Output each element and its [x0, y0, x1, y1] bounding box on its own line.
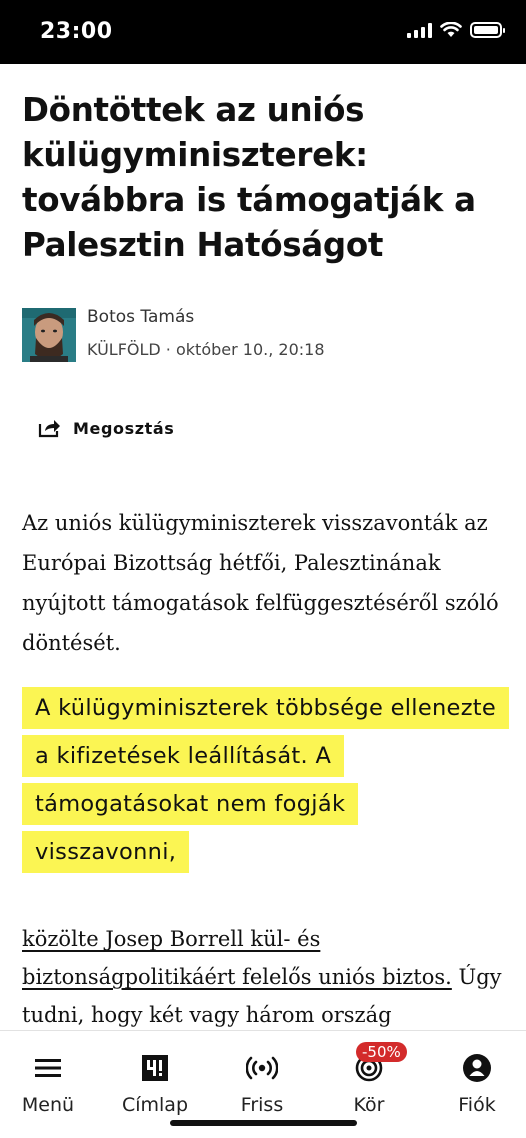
- article-title: Döntöttek az uniós külügyminiszterek: to…: [22, 91, 476, 264]
- nav-label-circle: Kör: [353, 1094, 385, 1116]
- 444-logo-icon: [142, 1055, 168, 1081]
- discount-badge: -50%: [356, 1042, 407, 1062]
- meta-separator: ·: [160, 340, 176, 359]
- broadcast-icon: [246, 1056, 278, 1080]
- account-icon: [463, 1054, 491, 1082]
- nav-label-account: Fiók: [458, 1094, 496, 1116]
- share-button[interactable]: Megosztás: [38, 418, 174, 438]
- status-time: 23:00: [40, 19, 113, 44]
- status-icons: [407, 22, 505, 38]
- status-bar: 23:00: [0, 0, 526, 64]
- author-avatar[interactable]: [22, 308, 76, 362]
- nav-item-account[interactable]: Fiók: [427, 1031, 526, 1138]
- wifi-icon: [440, 22, 462, 37]
- cellular-signal-icon: [407, 22, 432, 38]
- share-icon: [38, 420, 60, 438]
- home-indicator: [170, 1120, 357, 1126]
- article-body: közölte Josep Borrell kül- és biztonságp…: [22, 920, 512, 1034]
- battery-icon: [470, 22, 505, 38]
- quote-text: A külügyminiszterek többsége ellenezte a…: [22, 687, 510, 873]
- hamburger-menu-icon: [35, 1059, 61, 1077]
- publish-date: október 10., 20:18: [175, 340, 325, 359]
- nav-label-menu: Menü: [21, 1094, 75, 1116]
- article-lead: Az uniós külügyminiszterek visszavonták …: [22, 511, 499, 655]
- share-label: Megosztás: [73, 418, 175, 438]
- highlighted-quote: A külügyminiszterek többsége ellenezte a…: [22, 684, 510, 876]
- nav-item-menu[interactable]: Menü: [0, 1031, 98, 1138]
- article-meta: KÜLFÖLD · október 10., 20:18: [87, 340, 325, 359]
- nav-label-home: Címlap: [121, 1094, 189, 1116]
- source-link[interactable]: közölte Josep Borrell kül- és biztonságp…: [22, 927, 452, 989]
- section-link[interactable]: KÜLFÖLD: [87, 340, 161, 359]
- author-name[interactable]: Botos Tamás: [87, 307, 194, 327]
- nav-label-fresh: Friss: [240, 1094, 284, 1116]
